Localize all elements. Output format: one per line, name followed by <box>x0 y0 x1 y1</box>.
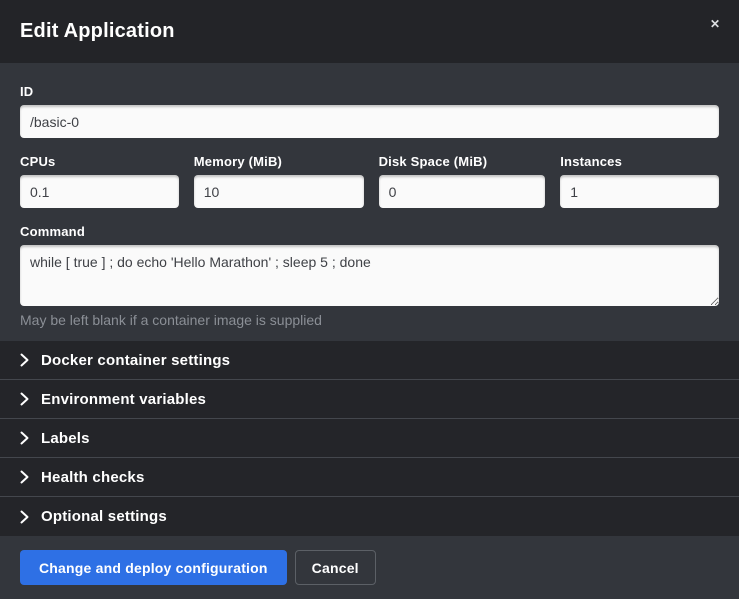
close-icon[interactable]: ✕ <box>705 14 725 34</box>
modal-footer: Change and deploy configuration Cancel <box>0 536 739 599</box>
cpus-input[interactable] <box>20 175 179 208</box>
instances-field-group: Instances <box>560 154 719 208</box>
section-label: Optional settings <box>41 508 167 525</box>
chevron-right-icon <box>20 510 29 524</box>
instances-input[interactable] <box>560 175 719 208</box>
chevron-right-icon <box>20 431 29 445</box>
section-labels[interactable]: Labels <box>0 419 739 458</box>
instances-label: Instances <box>560 154 719 169</box>
cpus-label: CPUs <box>20 154 179 169</box>
change-and-deploy-button[interactable]: Change and deploy configuration <box>20 550 287 585</box>
disk-field-group: Disk Space (MiB) <box>379 154 546 208</box>
command-help-text: May be left blank if a container image i… <box>20 312 719 328</box>
command-field-group: Command while [ true ] ; do echo 'Hello … <box>20 224 719 328</box>
cpus-field-group: CPUs <box>20 154 179 208</box>
id-label: ID <box>20 84 719 99</box>
memory-label: Memory (MiB) <box>194 154 364 169</box>
resources-row: CPUs Memory (MiB) Disk Space (MiB) Insta… <box>20 154 719 208</box>
edit-application-modal: Edit Application ✕ ID CPUs Memory (MiB) … <box>0 0 739 599</box>
disk-label: Disk Space (MiB) <box>379 154 546 169</box>
command-label: Command <box>20 224 719 239</box>
section-label: Health checks <box>41 469 144 486</box>
collapsible-sections: Docker container settings Environment va… <box>0 341 739 536</box>
chevron-right-icon <box>20 470 29 484</box>
section-health-checks[interactable]: Health checks <box>0 458 739 497</box>
modal-body: ID CPUs Memory (MiB) Disk Space (MiB) In… <box>0 63 739 341</box>
command-textarea[interactable]: while [ true ] ; do echo 'Hello Marathon… <box>20 245 719 306</box>
id-field-group: ID <box>20 84 719 138</box>
section-optional-settings[interactable]: Optional settings <box>0 497 739 536</box>
modal-header: Edit Application ✕ <box>0 0 739 63</box>
page-title: Edit Application <box>20 20 175 43</box>
section-label: Docker container settings <box>41 352 230 369</box>
chevron-right-icon <box>20 392 29 406</box>
chevron-right-icon <box>20 353 29 367</box>
disk-input[interactable] <box>379 175 546 208</box>
memory-field-group: Memory (MiB) <box>194 154 364 208</box>
id-input[interactable] <box>20 105 719 138</box>
section-environment-variables[interactable]: Environment variables <box>0 380 739 419</box>
memory-input[interactable] <box>194 175 364 208</box>
section-docker-container-settings[interactable]: Docker container settings <box>0 341 739 380</box>
cancel-button[interactable]: Cancel <box>295 550 376 585</box>
section-label: Labels <box>41 430 90 447</box>
section-label: Environment variables <box>41 391 206 408</box>
